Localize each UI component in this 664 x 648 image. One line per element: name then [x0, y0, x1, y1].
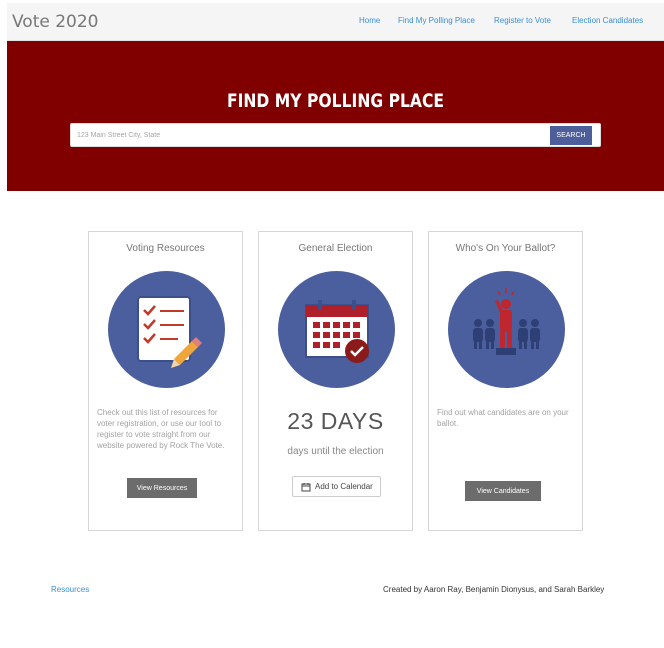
- nav-election-candidates[interactable]: Election Candidates: [572, 16, 643, 25]
- add-to-calendar-button[interactable]: Add to Calendar: [292, 476, 381, 497]
- card-title: General Election: [298, 243, 373, 254]
- checklist-icon: [108, 271, 225, 388]
- hero-title: FIND MY POLLING PLACE: [226, 90, 445, 112]
- nav-home[interactable]: Home: [359, 16, 380, 25]
- view-resources-button[interactable]: View Resources: [127, 478, 197, 498]
- search-button[interactable]: SEARCH: [550, 126, 592, 145]
- calendar-icon: [278, 271, 395, 388]
- address-search-input[interactable]: [71, 124, 549, 146]
- brand-title[interactable]: Vote 2020: [12, 12, 99, 32]
- voting-resources-card: Voting Resources Check out this list of …: [88, 231, 243, 531]
- candidate-people-icon: [448, 271, 565, 388]
- general-election-card: General Election 23 DAYS days until the …: [258, 231, 413, 531]
- days-until-label: days until the election: [287, 446, 384, 457]
- navbar: Vote 2020 Home Find My Polling Place Reg…: [7, 3, 664, 41]
- nav-find-polling-place[interactable]: Find My Polling Place: [398, 16, 475, 25]
- hero-banner: FIND MY POLLING PLACE SEARCH: [7, 41, 664, 191]
- add-to-calendar-label: Add to Calendar: [315, 482, 373, 491]
- card-title: Voting Resources: [126, 243, 205, 254]
- footer-credit: Created by Aaron Ray, Benjamin Dionysus,…: [383, 585, 605, 594]
- resources-description: Check out this list of resources for vot…: [97, 408, 225, 450]
- footer-resources-link[interactable]: Resources: [51, 585, 89, 594]
- small-calendar-icon: [301, 482, 311, 494]
- ballot-card: Who's On Your Ballot? Find out what cand…: [428, 231, 583, 531]
- search-bar: SEARCH: [70, 123, 601, 147]
- ballot-description: Find out what candidates are on your bal…: [437, 408, 569, 428]
- card-title: Who's On Your Ballot?: [455, 243, 556, 254]
- view-candidates-button[interactable]: View Candidates: [465, 481, 541, 501]
- days-countdown: 23 DAYS: [287, 408, 384, 434]
- nav-register-to-vote[interactable]: Register to Vote: [494, 16, 551, 25]
- checkmark-badge-icon: [345, 339, 369, 363]
